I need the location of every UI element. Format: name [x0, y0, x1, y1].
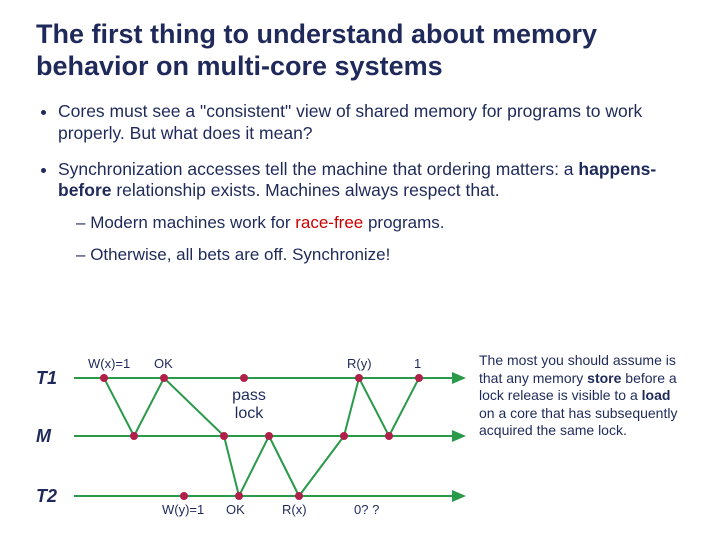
bullet-1: Cores must see a "consistent" view of sh… — [58, 101, 684, 145]
bullet-2: Synchronization accesses tell the machin… — [58, 159, 684, 265]
lbl-ry: R(y) — [347, 356, 372, 371]
note-4: load — [642, 387, 671, 403]
lbl-wy: W(y)=1 — [162, 502, 204, 517]
lbl-ok1: OK — [154, 356, 173, 371]
lbl-pass: pass — [232, 387, 266, 404]
row-t2: T2 — [36, 486, 57, 507]
lbl-ok2: OK — [226, 502, 245, 517]
lbl-lock: lock — [235, 405, 264, 422]
timeline-svg: W(x)=1 OK R(y) 1 pass lock W(y)=1 OK R(x… — [64, 350, 504, 525]
lbl-one: 1 — [414, 356, 421, 371]
b2-post: relationship exists. Machines always res… — [111, 180, 499, 200]
lbl-wx: W(x)=1 — [88, 356, 130, 371]
s1-post: programs. — [363, 213, 444, 232]
note-5: on a core that has subsequently acquired… — [479, 405, 677, 439]
row-m: M — [36, 426, 51, 447]
sub-2: Otherwise, all bets are off. Synchronize… — [76, 244, 684, 265]
s1-red: race-free — [295, 213, 363, 232]
row-t1: T1 — [36, 368, 57, 389]
s1-pre: Modern machines work for — [90, 213, 295, 232]
sub-list: Modern machines work for race-free progr… — [58, 212, 684, 265]
note-2: store — [587, 370, 621, 386]
sub-1: Modern machines work for race-free progr… — [76, 212, 684, 233]
happens-before-diagram: T1 M T2 — [36, 350, 684, 525]
bullet-list: Cores must see a "consistent" view of sh… — [36, 101, 684, 265]
b2-pre: Synchronization accesses tell the machin… — [58, 159, 578, 179]
side-note: The most you should assume is that any m… — [479, 352, 684, 440]
slide-title: The first thing to understand about memo… — [36, 18, 684, 83]
lbl-zero: 0? ? — [354, 502, 379, 517]
lbl-rx: R(x) — [282, 502, 307, 517]
